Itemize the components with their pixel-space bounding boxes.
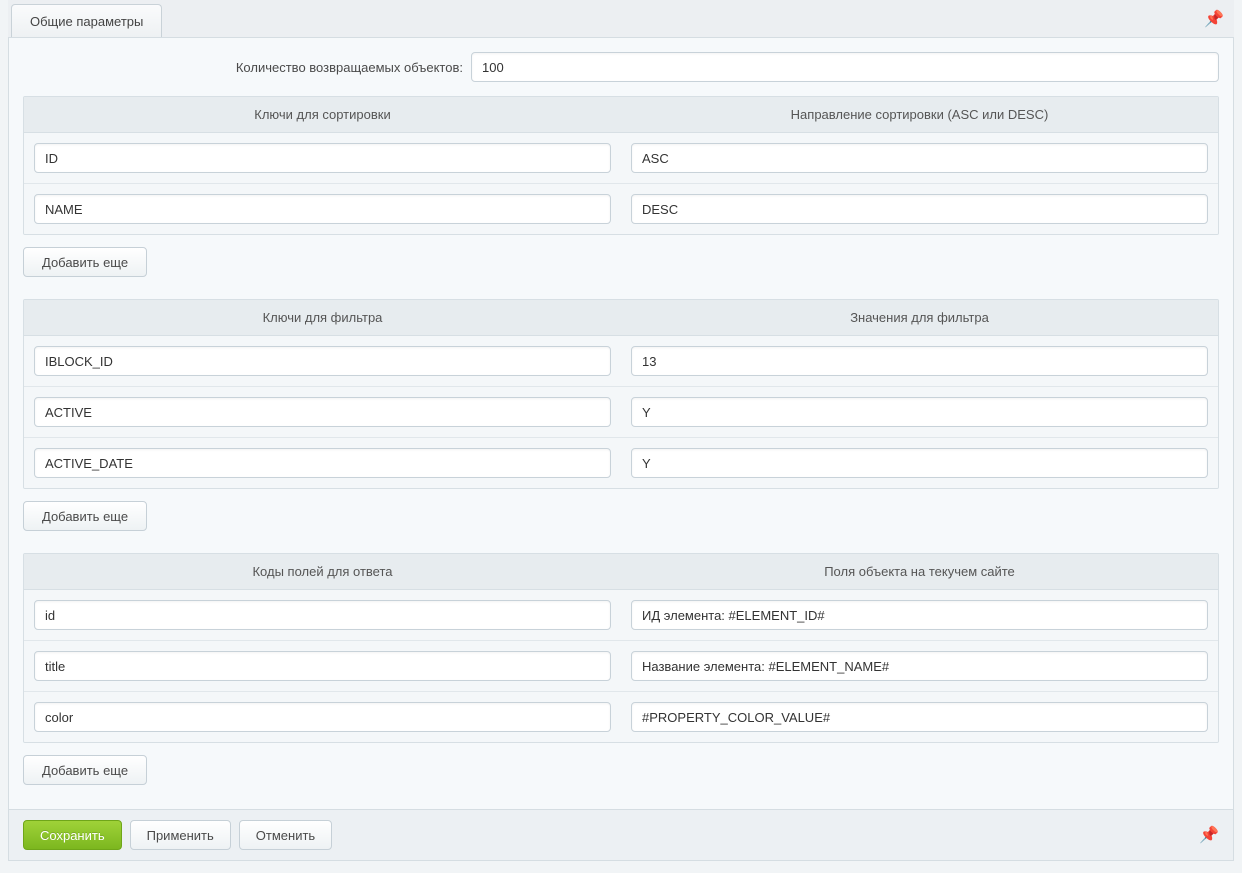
table-row	[24, 387, 1218, 438]
sort-table: Ключи для сортировки Направление сортиро…	[23, 96, 1219, 235]
add-sort-button[interactable]: Добавить еще	[23, 247, 147, 277]
table-row	[24, 641, 1218, 692]
apply-button[interactable]: Применить	[130, 820, 231, 850]
filter-header-key: Ключи для фильтра	[24, 300, 621, 335]
table-row	[24, 133, 1218, 184]
response-table: Коды полей для ответа Поля объекта на те…	[23, 553, 1219, 743]
sort-header-key: Ключи для сортировки	[24, 97, 621, 132]
add-response-button[interactable]: Добавить еще	[23, 755, 147, 785]
table-row	[24, 692, 1218, 742]
response-header-field: Поля объекта на текучем сайте	[621, 554, 1218, 589]
filter-key-input[interactable]	[34, 346, 611, 376]
tab-bar: Общие параметры 📌	[8, 0, 1234, 38]
sort-key-input[interactable]	[34, 143, 611, 173]
sort-dir-input[interactable]	[631, 143, 1208, 173]
filter-val-input[interactable]	[631, 448, 1208, 478]
table-row	[24, 438, 1218, 488]
filter-key-input[interactable]	[34, 397, 611, 427]
response-code-input[interactable]	[34, 600, 611, 630]
cancel-button[interactable]: Отменить	[239, 820, 332, 850]
filter-table: Ключи для фильтра Значения для фильтра	[23, 299, 1219, 489]
table-row	[24, 590, 1218, 641]
response-header: Коды полей для ответа Поля объекта на те…	[24, 554, 1218, 590]
filter-header-val: Значения для фильтра	[621, 300, 1218, 335]
response-field-input[interactable]	[631, 702, 1208, 732]
pin-icon[interactable]: 📌	[1204, 9, 1224, 29]
sort-header: Ключи для сортировки Направление сортиро…	[24, 97, 1218, 133]
filter-val-input[interactable]	[631, 397, 1208, 427]
response-field-input[interactable]	[631, 600, 1208, 630]
response-field-input[interactable]	[631, 651, 1208, 681]
save-button[interactable]: Сохранить	[23, 820, 122, 850]
sort-key-input[interactable]	[34, 194, 611, 224]
settings-panel: Количество возвращаемых объектов: Ключи …	[8, 38, 1234, 810]
count-row: Количество возвращаемых объектов:	[23, 52, 1219, 82]
filter-header: Ключи для фильтра Значения для фильтра	[24, 300, 1218, 336]
sort-header-dir: Направление сортировки (ASC или DESC)	[621, 97, 1218, 132]
filter-val-input[interactable]	[631, 346, 1208, 376]
response-header-code: Коды полей для ответа	[24, 554, 621, 589]
tab-general[interactable]: Общие параметры	[11, 4, 162, 37]
count-input[interactable]	[471, 52, 1219, 82]
add-filter-button[interactable]: Добавить еще	[23, 501, 147, 531]
page-root: Общие параметры 📌 Количество возвращаемы…	[0, 0, 1242, 873]
response-code-input[interactable]	[34, 702, 611, 732]
table-row	[24, 184, 1218, 234]
table-row	[24, 336, 1218, 387]
response-code-input[interactable]	[34, 651, 611, 681]
filter-key-input[interactable]	[34, 448, 611, 478]
count-label: Количество возвращаемых объектов:	[23, 60, 463, 75]
sort-dir-input[interactable]	[631, 194, 1208, 224]
pin-icon[interactable]: 📌	[1199, 825, 1219, 845]
footer-bar: Сохранить Применить Отменить 📌	[8, 810, 1234, 861]
